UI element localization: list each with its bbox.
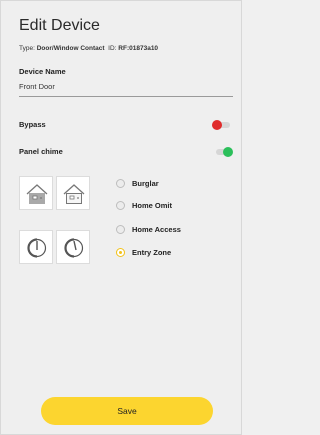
device-meta: Type: Door/Window Contact ID: RF:01873a1… <box>19 45 158 52</box>
contact-closed-icon[interactable] <box>19 230 53 264</box>
zone-option-label: Burglar <box>132 178 159 188</box>
radio-button[interactable] <box>116 224 125 234</box>
zone-option-home-access[interactable]: Home Access <box>116 223 181 235</box>
device-name-underline <box>19 96 233 97</box>
house-closed-icon-svg <box>26 184 48 204</box>
contact-open-icon-svg <box>64 238 84 258</box>
panel-chime-toggle-knob <box>223 147 233 157</box>
device-name-label: Device Name <box>19 67 66 76</box>
bypass-toggle[interactable] <box>212 120 230 130</box>
zone-option-burglar[interactable]: Burglar <box>116 177 159 189</box>
panel-chime-label: Panel chime <box>19 147 63 156</box>
device-name-input[interactable]: Front Door <box>19 82 55 91</box>
panel-chime-toggle[interactable] <box>214 147 233 157</box>
id-value: RF:01873a10 <box>118 45 159 52</box>
page-title: Edit Device <box>19 17 100 34</box>
radio-button[interactable] <box>116 247 125 257</box>
save-button[interactable]: Save <box>41 397 213 425</box>
edit-device-screen: Edit Device Type: Door/Window Contact ID… <box>0 0 242 435</box>
bypass-toggle-knob <box>212 120 222 130</box>
zone-option-label: Home Omit <box>132 200 173 210</box>
contact-open-icon[interactable] <box>56 230 90 264</box>
house-open-icon-svg <box>63 184 85 204</box>
type-value: Door/Window Contact <box>36 45 105 52</box>
radio-button[interactable] <box>116 200 125 210</box>
contact-closed-icon-svg <box>27 238 47 258</box>
house-open-icon[interactable] <box>56 176 90 210</box>
zone-option-label: Entry Zone <box>132 247 172 257</box>
house-closed-icon[interactable] <box>19 176 53 210</box>
zone-option-home-omit[interactable]: Home Omit <box>116 199 172 211</box>
radio-button[interactable] <box>116 178 125 188</box>
zone-option-entry-zone[interactable]: Entry Zone <box>116 246 171 258</box>
type-label: Type: <box>19 45 35 52</box>
zone-option-label: Home Access <box>132 224 181 234</box>
id-label: ID: <box>108 45 117 52</box>
bypass-label: Bypass <box>19 120 46 129</box>
